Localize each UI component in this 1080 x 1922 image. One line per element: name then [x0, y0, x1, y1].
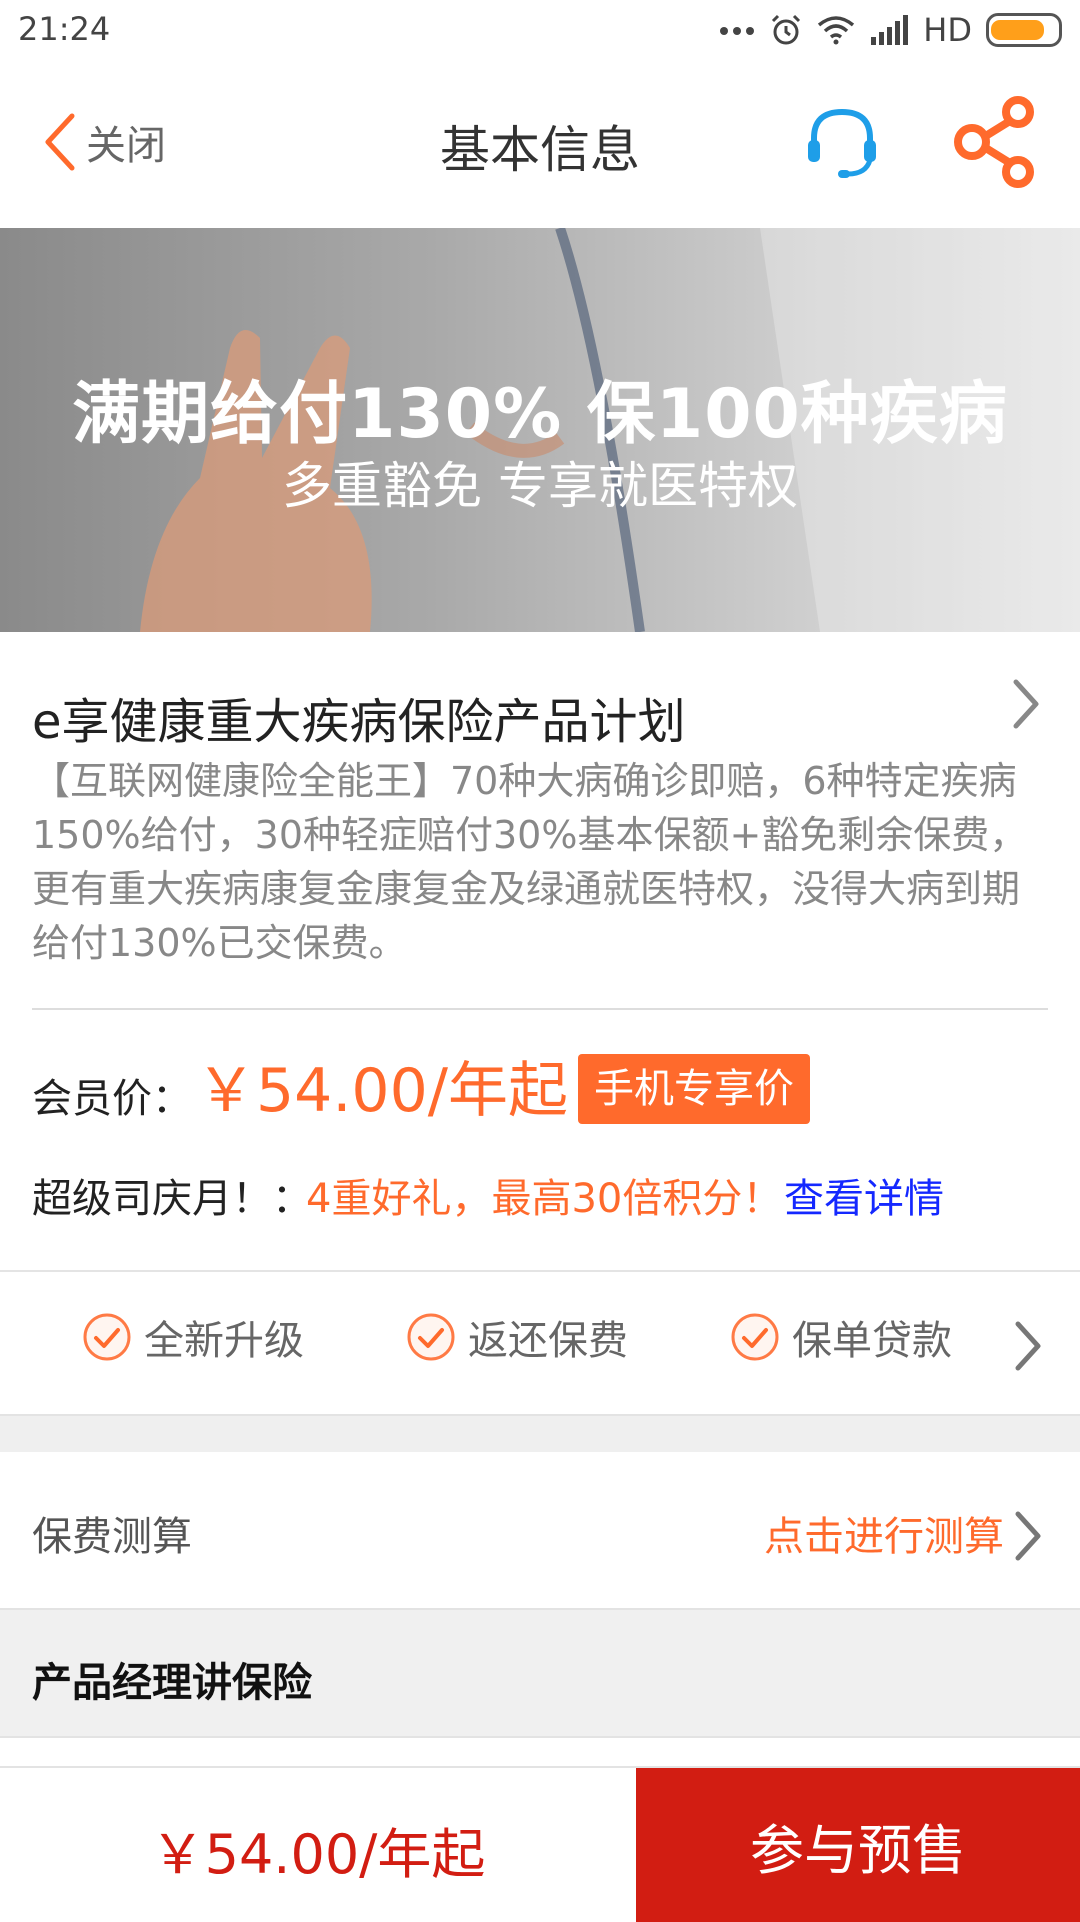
battery-level	[991, 20, 1044, 40]
feature-item: 保单贷款	[730, 1308, 952, 1366]
check-circle-icon	[731, 1313, 779, 1361]
feature-label: 全新升级	[144, 1318, 304, 1364]
mobile-exclusive-badge: 手机专享价	[578, 1054, 810, 1124]
status-bar: 21:24 HD	[0, 0, 1080, 60]
check-circle-icon	[83, 1313, 131, 1361]
battery-icon	[986, 13, 1062, 47]
feature-item: 返还保费	[406, 1308, 628, 1366]
feature-list[interactable]: 全新升级 返还保费 保单贷款	[0, 1272, 1080, 1414]
network-type: HD	[923, 11, 972, 49]
status-time: 21:24	[18, 10, 111, 48]
calculate-link[interactable]: 点击进行测算	[764, 1504, 1004, 1562]
premium-calculation-label: 保费测算	[32, 1514, 192, 1560]
more-dots-icon	[720, 27, 755, 35]
feature-label: 保单贷款	[792, 1318, 952, 1364]
section-title: 产品经理讲保险	[32, 1660, 312, 1706]
signal-icon	[871, 15, 909, 45]
wifi-icon	[818, 16, 855, 45]
chevron-right-icon[interactable]	[1010, 1318, 1046, 1374]
member-price-label: 会员价：	[32, 1076, 192, 1122]
check-circle-icon	[407, 1313, 455, 1361]
product-info: e享健康重大疾病保险产品计划 【互联网健康险全能王】70种大病确诊即赔，6种特定…	[0, 632, 1080, 1272]
promo-banner[interactable]: 满期给付130% 保100种疾病 多重豁免 专享就医特权	[0, 228, 1080, 632]
share-button[interactable]	[952, 94, 1042, 190]
feature-label: 返还保费	[468, 1318, 628, 1364]
close-button[interactable]: 关闭	[42, 112, 166, 172]
divider	[32, 1008, 1048, 1010]
header: 关闭 基本信息	[0, 60, 1080, 228]
bottom-action-bar: ￥54.00/年起 参与预售	[0, 1766, 1080, 1922]
banner-subheadline: 多重豁免 专享就医特权	[282, 457, 798, 515]
alarm-icon	[772, 14, 801, 45]
chevron-right-icon	[1015, 1511, 1041, 1561]
close-label: 关闭	[86, 123, 166, 169]
join-presale-button[interactable]: 参与预售	[636, 1768, 1080, 1922]
product-name[interactable]: e享健康重大疾病保险产品计划	[32, 682, 686, 752]
bottom-price: ￥54.00/年起	[150, 1823, 486, 1886]
section-separator	[0, 1414, 1080, 1454]
member-price: ￥54.00/年起	[196, 1056, 568, 1126]
promo-label: 超级司庆月！：	[32, 1176, 312, 1222]
premium-calculation-row[interactable]: 保费测算 点击进行测算	[0, 1452, 1080, 1610]
promo-text: 4重好礼，最高30倍积分！	[306, 1176, 783, 1222]
feature-item: 全新升级	[82, 1308, 304, 1366]
status-icons: HD	[719, 8, 1062, 52]
banner-headline: 满期给付130% 保100种疾病	[72, 375, 1008, 454]
customer-service-button[interactable]	[800, 100, 884, 184]
section-header: 产品经理讲保险	[0, 1610, 1080, 1738]
product-description: 【互联网健康险全能王】70种大病确诊即赔，6种特定疾病150%给付，30种轻症赔…	[32, 759, 1028, 965]
headset-icon	[808, 108, 876, 178]
view-details-link[interactable]: 查看详情	[784, 1166, 944, 1224]
share-icon	[954, 96, 1034, 188]
chevron-left-icon	[45, 113, 75, 171]
chevron-right-icon[interactable]	[1006, 674, 1046, 734]
